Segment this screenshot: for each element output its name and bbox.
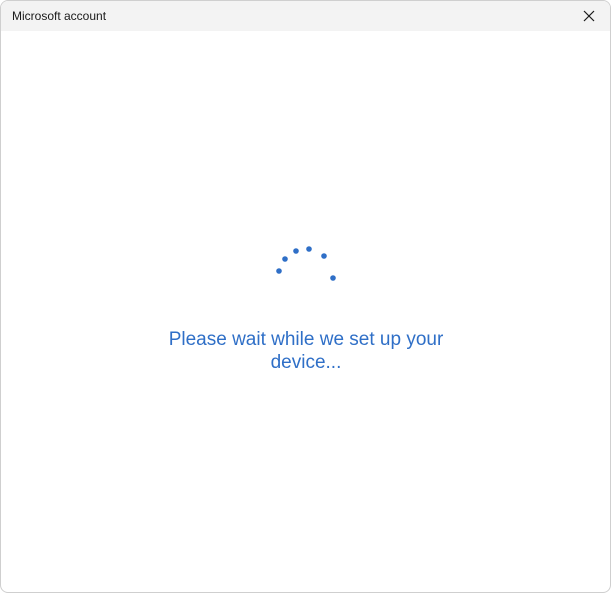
loading-spinner-icon — [276, 246, 336, 281]
close-icon — [583, 10, 595, 22]
microsoft-account-window: Microsoft account Please wait while we s… — [0, 0, 611, 593]
content-area: Please wait while we set up your device.… — [1, 31, 610, 592]
setup-status-message: Please wait while we set up your device.… — [168, 329, 444, 373]
window-title: Microsoft account — [12, 9, 107, 23]
title-bar[interactable]: Microsoft account — [1, 1, 610, 31]
close-button[interactable] — [568, 1, 610, 31]
